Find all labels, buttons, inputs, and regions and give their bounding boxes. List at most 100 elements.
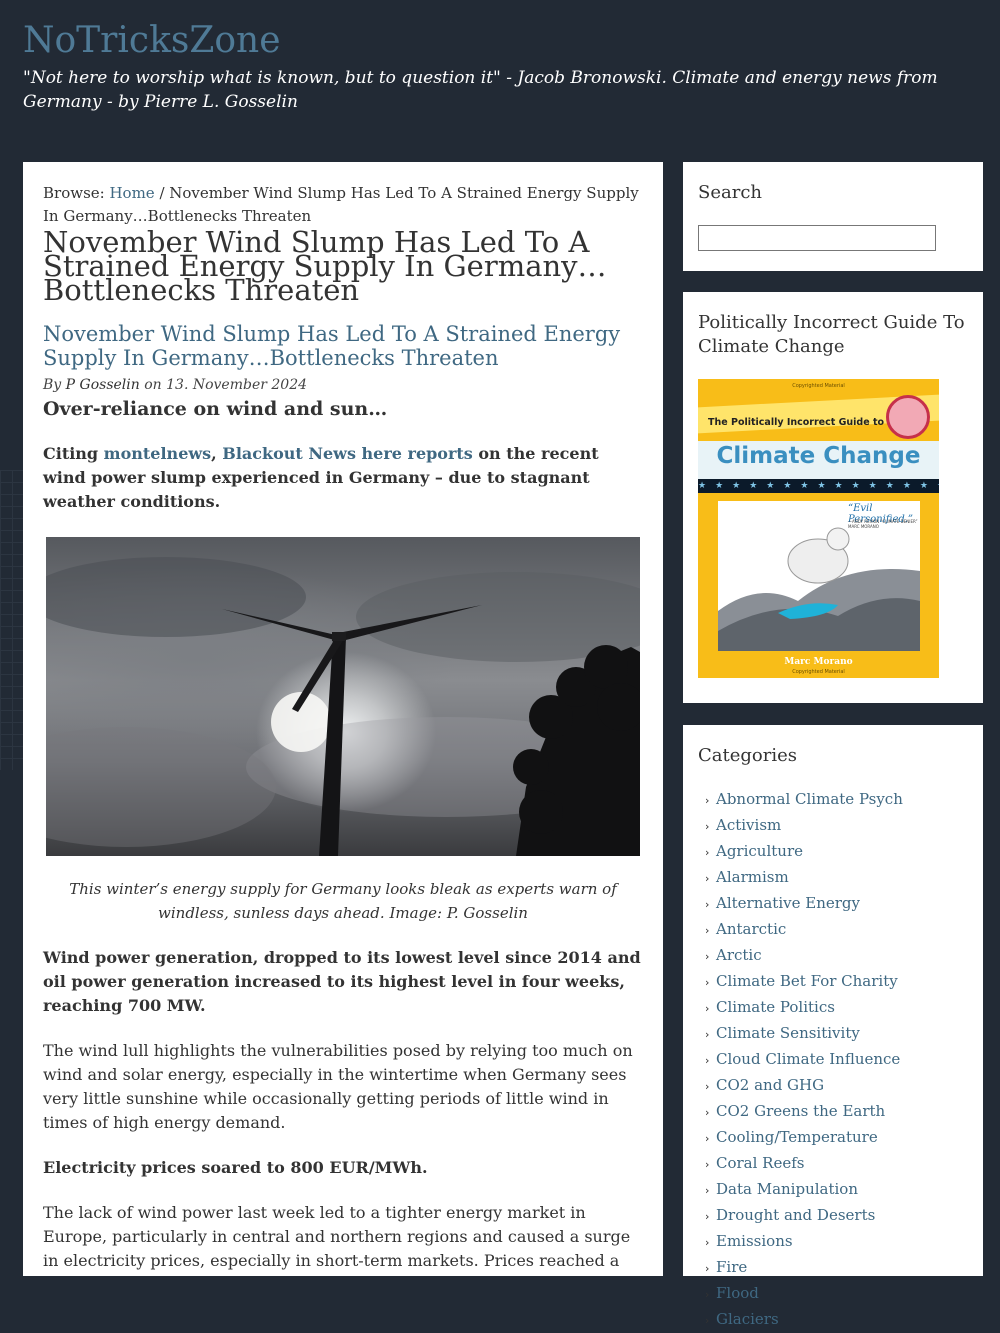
image-caption: This winter’s energy supply for Germany … (69, 880, 617, 922)
category-label: Agriculture (716, 842, 803, 860)
book-quote-attribution: —ANDY REVKIN “CLIMATE DENIER” MARC MORAN… (848, 519, 918, 529)
bullet-icon: › (705, 1210, 710, 1223)
article: Browse: Home / November Wind Slump Has L… (23, 162, 663, 1276)
category-link[interactable]: › Alarmism (705, 865, 903, 891)
search-widget-title: Search (698, 182, 762, 203)
category-label: Climate Sensitivity (716, 1024, 860, 1042)
book-author: Marc Morano (784, 657, 853, 667)
breadcrumb-prefix: Browse: (43, 184, 110, 202)
category-label: Alternative Energy (716, 894, 860, 912)
bullet-icon: › (705, 898, 710, 911)
bullet-icon: › (705, 924, 710, 937)
category-label: Climate Bet For Charity (716, 972, 898, 990)
bullet-icon: › (705, 1132, 710, 1145)
category-label: Climate Politics (716, 998, 835, 1016)
intro-comma: , (211, 444, 223, 463)
lack-paragraph: The lack of wind power last week led to … (43, 1203, 631, 1276)
generation-paragraph: Wind power generation, dropped to its lo… (43, 948, 641, 1015)
bullet-icon: › (705, 1262, 710, 1275)
lull-paragraph: The wind lull highlights the vulnerabili… (43, 1041, 633, 1132)
article-subhead: Over-reliance on wind and sun… (43, 398, 388, 420)
bullet-icon: › (705, 950, 710, 963)
bullet-icon: › (705, 794, 710, 807)
category-link[interactable]: › Drought and Deserts (705, 1203, 903, 1229)
category-link[interactable]: › Coral Reefs (705, 1151, 903, 1177)
post-date: 13. November 2024 (166, 377, 308, 393)
bullet-icon: › (705, 1002, 710, 1015)
pig-badge-icon (886, 395, 930, 439)
category-link[interactable]: › Cooling/Temperature (705, 1125, 903, 1151)
search-input[interactable] (698, 225, 936, 251)
breadcrumb-separator: / (154, 184, 170, 202)
category-link[interactable]: › Glaciers (705, 1307, 903, 1333)
site-title[interactable]: NoTricksZone (23, 20, 281, 61)
category-link[interactable]: › Activism (705, 813, 903, 839)
category-link[interactable]: › CO2 and GHG (705, 1073, 903, 1099)
category-link[interactable]: › Agriculture (705, 839, 903, 865)
categories-widget-title: Categories (698, 745, 797, 766)
bullet-icon: › (705, 1288, 710, 1301)
categories-list: › Abnormal Climate Psych › Activism › Agric… (705, 787, 903, 1333)
site-tagline: "Not here to worship what is known, but … (23, 68, 938, 112)
bullet-icon: › (705, 846, 710, 859)
category-label: Flood (716, 1284, 759, 1302)
prices-paragraph: Electricity prices soared to 800 EUR/MWh… (43, 1158, 428, 1177)
book-title: Climate Change (716, 443, 921, 469)
bullet-icon: › (705, 1054, 710, 1067)
category-link[interactable]: › Arctic (705, 943, 903, 969)
category-link[interactable]: › Cloud Climate Influence (705, 1047, 903, 1073)
book-star-band: ★★★★★★★★★★★★★★★★★★ (698, 479, 939, 493)
category-label: Glaciers (716, 1310, 779, 1328)
category-label: Fire (716, 1258, 748, 1276)
book-widget-title: Politically Incorrect Guide To Climate C… (698, 312, 965, 357)
bullet-icon: › (705, 1080, 710, 1093)
wind-turbine-image (46, 537, 640, 856)
category-label: CO2 Greens the Earth (716, 1102, 886, 1120)
byline: By P Gosselin on 13. November 2024 (43, 376, 643, 394)
montelnews-link[interactable]: montelnews (104, 444, 211, 463)
bullet-icon: › (705, 1106, 710, 1119)
wind-turbine-illustration (46, 557, 640, 856)
categories-widget: Categories › Abnormal Climate Psych › Acti… (683, 725, 983, 1328)
bullet-icon: › (705, 1236, 710, 1249)
author-link[interactable]: P Gosselin (66, 377, 140, 393)
breadcrumb-home-link[interactable]: Home (109, 184, 154, 202)
main-content: Browse: Home / November Wind Slump Has L… (23, 162, 663, 1276)
category-label: Arctic (716, 946, 762, 964)
category-label: Cloud Climate Influence (716, 1050, 901, 1068)
page-title: November Wind Slump Has Led To A Straine… (43, 225, 607, 307)
category-link[interactable]: › Flood (705, 1281, 903, 1307)
bullet-icon: › (705, 820, 710, 833)
category-link[interactable]: › Alternative Energy (705, 891, 903, 917)
byline-on: on (139, 377, 167, 393)
category-label: Data Manipulation (716, 1180, 858, 1198)
category-link[interactable]: › Climate Sensitivity (705, 1021, 903, 1047)
book-top-text: Copyrighted Material (792, 383, 845, 389)
bullet-icon: › (705, 976, 710, 989)
category-link[interactable]: › Abnormal Climate Psych (705, 787, 903, 813)
breadcrumb: Browse: Home / November Wind Slump Has L… (43, 182, 643, 228)
category-link[interactable]: › CO2 Greens the Earth (705, 1099, 903, 1125)
category-link[interactable]: › Climate Bet For Charity (705, 969, 903, 995)
blackout-news-link[interactable]: Blackout News here reports (222, 444, 473, 463)
intro-citing: Citing (43, 444, 104, 463)
bullet-icon: › (705, 1158, 710, 1171)
category-label: Emissions (716, 1232, 793, 1250)
category-label: Drought and Deserts (716, 1206, 876, 1224)
category-label: Antarctic (716, 920, 787, 938)
category-link[interactable]: › Emissions (705, 1229, 903, 1255)
category-label: Abnormal Climate Psych (716, 790, 903, 808)
category-link[interactable]: › Antarctic (705, 917, 903, 943)
category-link[interactable]: › Climate Politics (705, 995, 903, 1021)
article-title-link[interactable]: November Wind Slump Has Led To A Straine… (43, 322, 643, 370)
category-label: Cooling/Temperature (716, 1128, 878, 1146)
category-label: Activism (716, 816, 782, 834)
search-widget: Search (683, 162, 983, 271)
category-label: CO2 and GHG (716, 1076, 825, 1094)
book-cover-image[interactable]: Copyrighted Material The Politically Inc… (698, 379, 939, 678)
category-link[interactable]: › Data Manipulation (705, 1177, 903, 1203)
category-label: Coral Reefs (716, 1154, 805, 1172)
book-widget: Politically Incorrect Guide To Climate C… (683, 292, 983, 703)
intro-paragraph: Citing montelnews, Blackout News here re… (43, 442, 643, 514)
category-link[interactable]: › Fire (705, 1255, 903, 1281)
